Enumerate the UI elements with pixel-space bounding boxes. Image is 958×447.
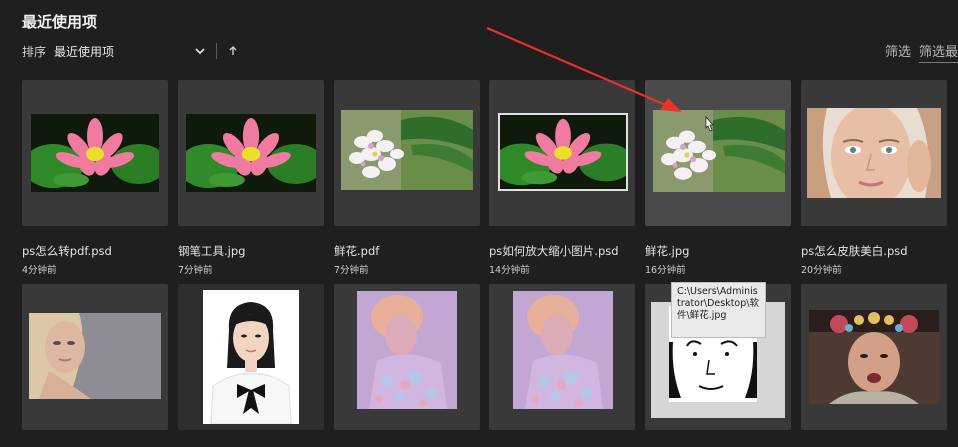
file-card-flower-pdf[interactable]	[334, 80, 480, 226]
id-photo-thumbnail	[203, 290, 299, 424]
file-card-skin-whitening[interactable]	[801, 80, 947, 226]
portrait-thumbnail	[807, 108, 941, 198]
file-card-art-portrait-2[interactable]	[489, 284, 635, 430]
mouse-cursor-icon	[705, 116, 714, 132]
page-title: 最近使用项	[22, 13, 98, 31]
file-name[interactable]: 钢笔工具.jpg	[178, 243, 245, 259]
file-name[interactable]: ps怎么转pdf.psd	[22, 243, 112, 259]
file-time: 20分钟前	[801, 265, 842, 276]
art-portrait-thumbnail	[357, 291, 457, 409]
filter-button[interactable]: 筛选	[885, 41, 911, 63]
file-name[interactable]: ps如何放大缩小图片.psd	[489, 243, 619, 259]
file-card-art-portrait-1[interactable]	[334, 284, 480, 430]
file-card-portrait-woman[interactable]	[22, 284, 168, 430]
lotus-thumbnail	[498, 113, 628, 191]
file-time: 16分钟前	[645, 265, 686, 276]
file-card-ps-zoom[interactable]	[489, 80, 635, 226]
sort-direction-arrow-icon[interactable]	[227, 44, 239, 58]
file-name[interactable]: 鲜花.pdf	[334, 243, 379, 259]
file-time: 4分钟前	[22, 265, 57, 276]
costume-portrait-thumbnail	[809, 310, 939, 404]
file-time: 7分钟前	[334, 265, 369, 276]
divider	[216, 43, 218, 59]
file-card-pen-tool[interactable]	[178, 80, 324, 226]
flower-thumbnail	[653, 110, 785, 192]
file-card-id-photo[interactable]	[178, 284, 324, 430]
file-path-tooltip: C:\Users\Administrator\Desktop\软件\鲜花.jpg	[671, 282, 766, 338]
file-card-costume-portrait[interactable]	[801, 284, 947, 430]
filter-bar: 筛选 筛选最	[877, 41, 958, 63]
filter-field[interactable]: 筛选最	[918, 41, 958, 63]
file-name[interactable]: ps怎么皮肤美白.psd	[801, 243, 908, 259]
file-card-ps-to-pdf[interactable]	[22, 80, 168, 226]
sort-label: 排序	[22, 44, 47, 59]
file-card-flower-jpg[interactable]	[645, 80, 791, 226]
art-portrait-thumbnail	[513, 291, 613, 409]
chevron-down-icon[interactable]	[192, 43, 208, 59]
sort-select[interactable]: 最近使用项	[54, 43, 192, 60]
lotus-thumbnail	[31, 114, 159, 192]
file-name[interactable]: 鲜花.jpg	[645, 243, 689, 259]
sort-bar: 排序 最近使用项	[22, 42, 239, 60]
lotus-thumbnail	[186, 114, 316, 192]
file-time: 14分钟前	[489, 265, 530, 276]
file-time: 7分钟前	[178, 265, 213, 276]
portrait-thumbnail	[29, 313, 161, 399]
flower-thumbnail	[341, 110, 473, 190]
